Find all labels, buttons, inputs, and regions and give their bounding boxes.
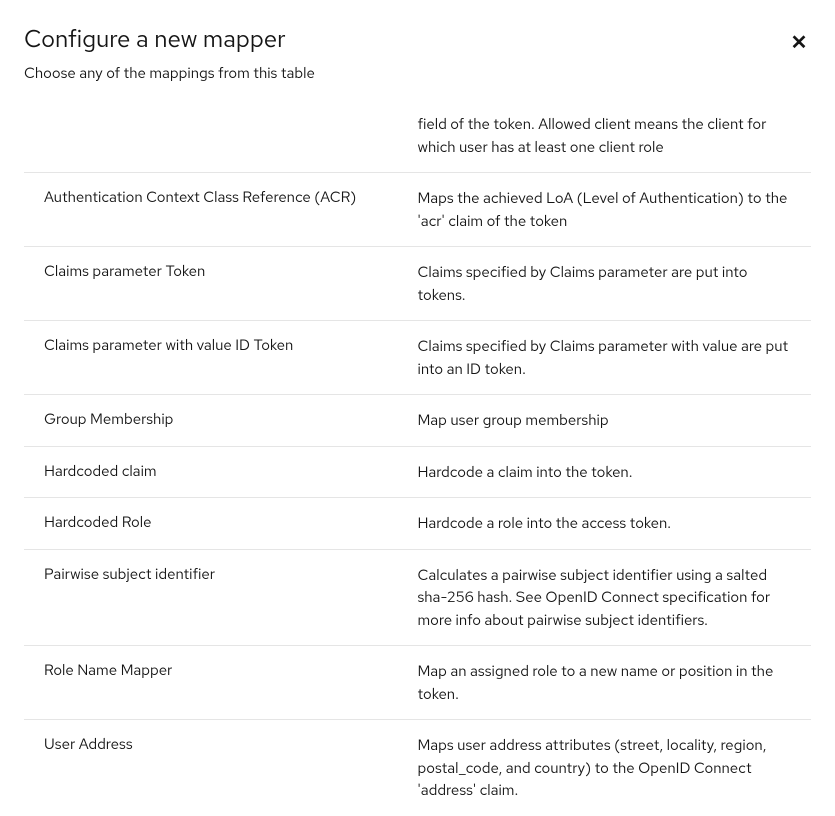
modal-subtitle: Choose any of the mappings from this tab… — [24, 63, 811, 83]
mapping-name-cell: Authentication Context Class Reference (… — [24, 173, 418, 247]
mapping-desc-cell: Calculates a pairwise subject identifier… — [418, 549, 812, 646]
mapping-name-cell: Hardcoded claim — [24, 446, 418, 498]
mapping-desc-cell: Claims specified by Claims parameter wit… — [418, 321, 812, 395]
mapper-config-modal: Configure a new mapper Choose any of the… — [0, 0, 835, 807]
close-icon: ✕ — [791, 30, 808, 55]
mapping-table: field of the token. Allowed client means… — [24, 99, 811, 816]
mapping-desc-cell: field of the token. Allowed client means… — [418, 99, 812, 173]
mapping-desc-cell: Maps user address attributes (street, lo… — [418, 720, 812, 816]
mapping-name-cell: Claims parameter with value ID Token — [24, 321, 418, 395]
mapping-name-cell — [24, 99, 418, 173]
modal-title: Configure a new mapper — [24, 24, 811, 55]
mapping-name-cell: Hardcoded Role — [24, 498, 418, 550]
table-row[interactable]: Authentication Context Class Reference (… — [24, 173, 811, 247]
mapping-desc-cell: Map an assigned role to a new name or po… — [418, 646, 812, 720]
table-row[interactable]: Group MembershipMap user group membershi… — [24, 395, 811, 447]
close-button[interactable]: ✕ — [787, 30, 811, 54]
mapping-name-cell: Role Name Mapper — [24, 646, 418, 720]
mapping-name-cell: Claims parameter Token — [24, 247, 418, 321]
table-row[interactable]: Claims parameter TokenClaims specified b… — [24, 247, 811, 321]
table-row[interactable]: Hardcoded RoleHardcode a role into the a… — [24, 498, 811, 550]
modal-header: Configure a new mapper Choose any of the… — [0, 0, 835, 99]
mapping-desc-cell: Maps the achieved LoA (Level of Authenti… — [418, 173, 812, 247]
table-row[interactable]: field of the token. Allowed client means… — [24, 99, 811, 173]
mapping-desc-cell: Hardcode a claim into the token. — [418, 446, 812, 498]
table-row[interactable]: User AddressMaps user address attributes… — [24, 720, 811, 816]
table-row[interactable]: Claims parameter with value ID TokenClai… — [24, 321, 811, 395]
table-row[interactable]: Pairwise subject identifierCalculates a … — [24, 549, 811, 646]
mapping-name-cell: Group Membership — [24, 395, 418, 447]
mapping-name-cell: User Address — [24, 720, 418, 816]
table-row[interactable]: Hardcoded claimHardcode a claim into the… — [24, 446, 811, 498]
mapping-desc-cell: Claims specified by Claims parameter are… — [418, 247, 812, 321]
mapping-desc-cell: Map user group membership — [418, 395, 812, 447]
mapping-name-cell: Pairwise subject identifier — [24, 549, 418, 646]
modal-body[interactable]: field of the token. Allowed client means… — [0, 99, 835, 816]
table-row[interactable]: Role Name MapperMap an assigned role to … — [24, 646, 811, 720]
mapping-desc-cell: Hardcode a role into the access token. — [418, 498, 812, 550]
